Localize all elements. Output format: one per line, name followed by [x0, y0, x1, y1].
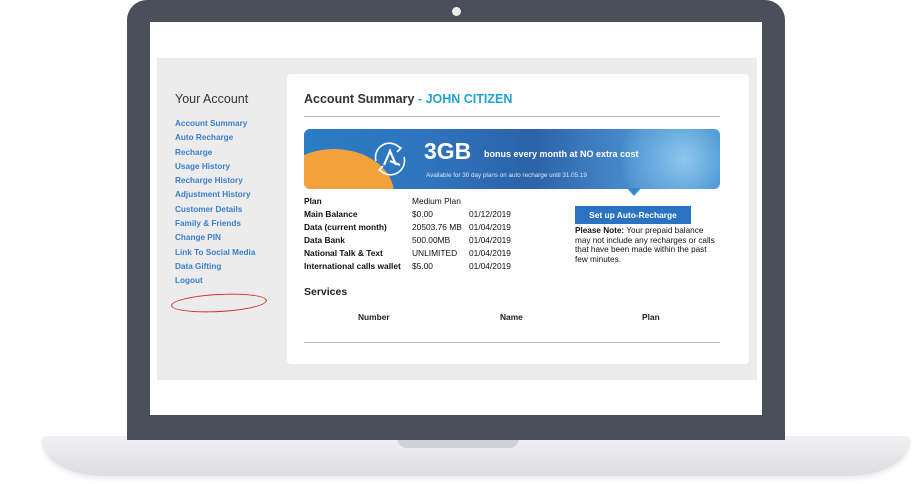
- banner-big-text: 3GB: [424, 138, 472, 164]
- sidebar-item-logout[interactable]: Logout: [175, 274, 295, 288]
- detail-label: Data (current month): [304, 222, 387, 232]
- detail-date: 01/04/2019: [469, 222, 511, 232]
- detail-date: 01/04/2019: [469, 261, 511, 271]
- page-background: Your Account Account Summary Auto Rechar…: [157, 58, 757, 380]
- services-heading: Services: [304, 286, 348, 298]
- detail-date: 01/04/2019: [469, 248, 511, 258]
- sidebar-item-link-social-media[interactable]: Link To Social Media: [175, 246, 295, 260]
- title-separator: -: [414, 92, 426, 106]
- banner-glow: [614, 129, 720, 189]
- detail-value: 20503.76 MB: [412, 222, 462, 232]
- detail-value: 500.00MB: [412, 235, 451, 245]
- detail-value: $0.00: [412, 209, 433, 219]
- sidebar-title: Your Account: [175, 92, 249, 106]
- detail-value: $5.00: [412, 261, 433, 271]
- detail-label: Main Balance: [304, 209, 358, 219]
- detail-label: Data Bank: [304, 235, 345, 245]
- note-label: Please Note:: [575, 226, 625, 235]
- banner-subtext: Available for 30 day plans on auto recha…: [426, 172, 587, 179]
- sidebar-item-change-pin[interactable]: Change PIN: [175, 231, 295, 245]
- promo-banner[interactable]: 3GB bonus every month at NO extra cost A…: [304, 129, 720, 189]
- setup-auto-recharge-button[interactable]: Set up Auto-Recharge: [575, 206, 691, 224]
- refresh-arrows-icon: [374, 142, 406, 176]
- page-title-text: Account Summary: [304, 92, 415, 106]
- banner-pointer: [627, 188, 641, 196]
- title-divider: [304, 116, 720, 117]
- detail-value: UNLIMITED: [412, 248, 458, 258]
- sidebar-item-account-summary[interactable]: Account Summary: [175, 117, 295, 131]
- sidebar-item-customer-details[interactable]: Customer Details: [175, 203, 295, 217]
- detail-value: Medium Plan: [412, 196, 461, 206]
- detail-label: International calls wallet: [304, 261, 401, 271]
- prepaid-note: Please Note: Your prepaid balance may no…: [575, 226, 715, 264]
- sidebar-item-usage-history[interactable]: Usage History: [175, 160, 295, 174]
- detail-label: National Talk & Text: [304, 248, 383, 258]
- camera-icon: [452, 7, 461, 16]
- detail-label: Plan: [304, 196, 322, 206]
- sidebar-item-recharge[interactable]: Recharge: [175, 146, 295, 160]
- detail-date: 01/04/2019: [469, 235, 511, 245]
- highlight-ring: [170, 291, 268, 315]
- sidebar-item-data-gifting[interactable]: Data Gifting: [175, 260, 295, 274]
- sidebar: Your Account Account Summary Auto Rechar…: [170, 92, 295, 315]
- services-col-number: Number: [358, 312, 390, 322]
- detail-date: 01/12/2019: [469, 209, 511, 219]
- banner-headline: bonus every month at NO extra cost: [484, 149, 639, 159]
- page-title: Account Summary - JOHN CITIZEN: [304, 92, 512, 106]
- services-col-name: Name: [500, 312, 523, 322]
- services-divider: [304, 342, 720, 343]
- services-col-plan: Plan: [642, 312, 660, 322]
- laptop-screen: Your Account Account Summary Auto Rechar…: [150, 22, 762, 415]
- sidebar-item-family-friends[interactable]: Family & Friends: [175, 217, 295, 231]
- account-summary-card: Account Summary - JOHN CITIZEN 3GB bonus…: [287, 74, 749, 364]
- customer-name: JOHN CITIZEN: [425, 92, 513, 106]
- sidebar-item-adjustment-history[interactable]: Adjustment History: [175, 188, 295, 202]
- sidebar-item-auto-recharge[interactable]: Auto Recharge: [175, 131, 295, 145]
- sidebar-item-recharge-history[interactable]: Recharge History: [175, 174, 295, 188]
